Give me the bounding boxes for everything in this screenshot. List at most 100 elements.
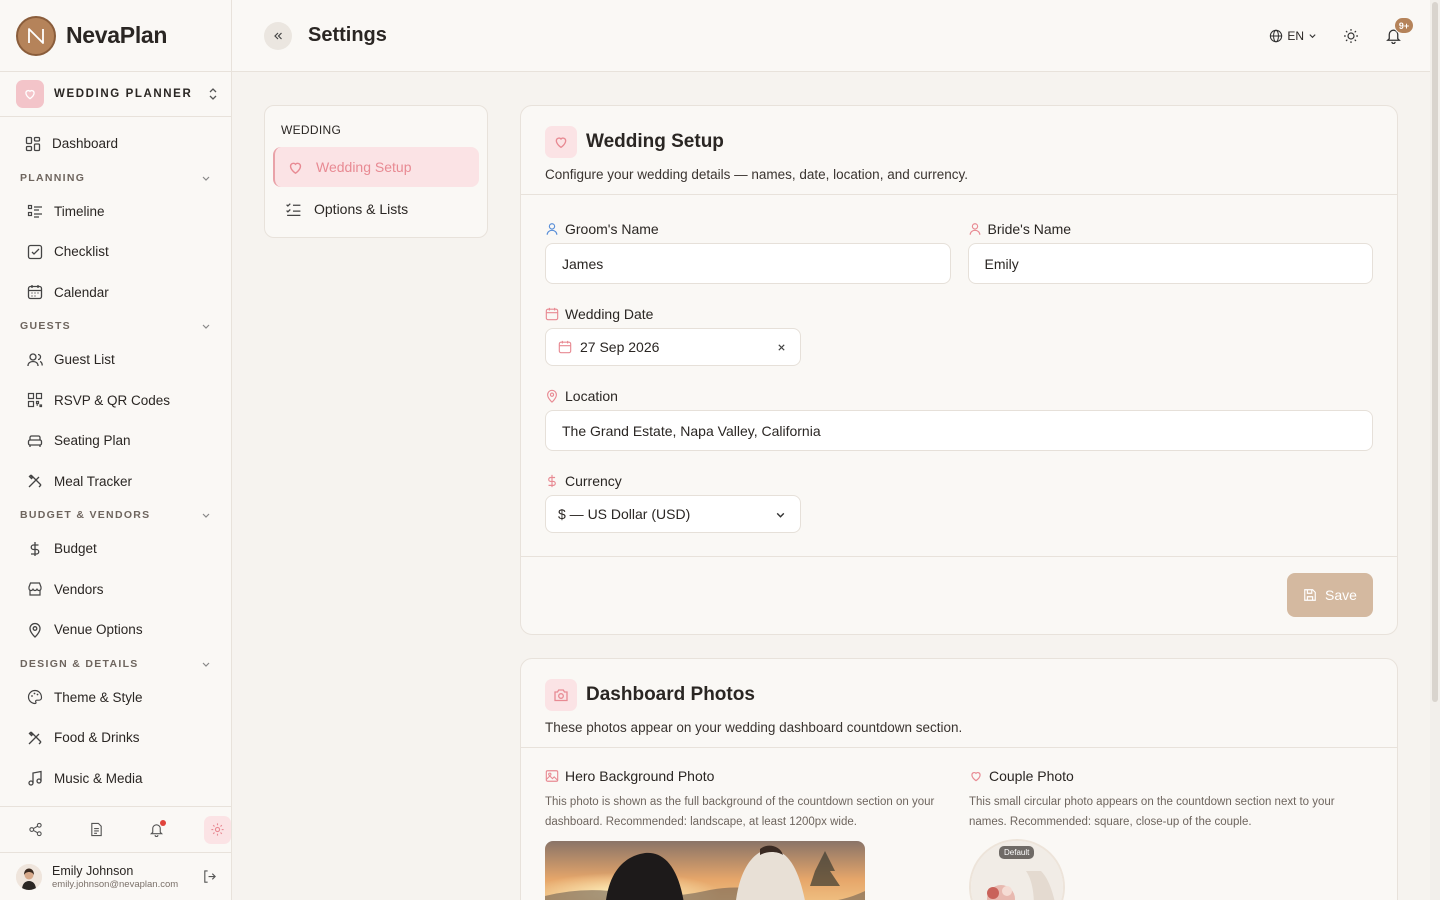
brand[interactable]: NevaPlan xyxy=(0,0,231,72)
sidebar-item-guest-list[interactable]: Guest List xyxy=(0,340,231,381)
avatar xyxy=(16,863,42,890)
users-icon xyxy=(26,351,44,369)
utensils-icon xyxy=(26,472,44,490)
section-guests[interactable]: GUESTS xyxy=(0,313,231,340)
user-name: Emily Johnson xyxy=(52,863,134,878)
grid-icon xyxy=(24,135,42,153)
sidebar-item-rsvp[interactable]: RSVP & QR Codes xyxy=(0,380,231,421)
sidebar-item-label: Meal Tracker xyxy=(54,473,133,489)
location-input[interactable]: The Grand Estate, Napa Valley, Californi… xyxy=(545,410,1373,451)
tab-label: Wedding Setup xyxy=(316,159,412,175)
input-value: James xyxy=(562,255,604,272)
calendar-icon xyxy=(558,340,572,354)
sidebar-item-venue-options[interactable]: Venue Options xyxy=(0,610,231,651)
heart-icon xyxy=(287,159,304,176)
hero-photo-preview[interactable] xyxy=(545,841,865,900)
section-title: PLANNING xyxy=(20,171,86,184)
groom-name-label: Groom's Name xyxy=(545,221,951,237)
card-description: Configure your wedding details — names, … xyxy=(545,167,968,182)
sidebar: NevaPlan WEDDING PLANNER Dashboard PLANN… xyxy=(0,0,232,900)
sidebar-item-label: Music & Media xyxy=(54,770,143,786)
card-title: Dashboard Photos xyxy=(586,684,755,705)
list-checks-icon xyxy=(285,201,302,218)
image-icon xyxy=(545,769,559,783)
logout-icon[interactable] xyxy=(202,869,217,884)
sidebar-item-label: Budget xyxy=(54,541,97,557)
groom-name-input[interactable]: James xyxy=(545,243,951,284)
heart-icon xyxy=(969,769,983,783)
sidebar-item-calendar[interactable]: Calendar xyxy=(0,272,231,313)
card-title: Wedding Setup xyxy=(586,131,724,152)
sun-icon xyxy=(1344,28,1358,43)
sidebar-nav: Dashboard PLANNING Timeline Checklist Ca… xyxy=(0,117,231,799)
page-title: Settings xyxy=(308,24,387,46)
section-budget-vendors[interactable]: BUDGET & VENDORS xyxy=(0,502,231,529)
label-text: Location xyxy=(565,388,618,404)
sidebar-item-dashboard[interactable]: Dashboard xyxy=(0,123,231,164)
label-text: Couple Photo xyxy=(989,768,1074,784)
heart-icon xyxy=(545,126,577,158)
card-footer: Save xyxy=(521,556,1397,634)
section-planning[interactable]: PLANNING xyxy=(0,164,231,191)
collapse-sidebar-button[interactable] xyxy=(264,21,292,50)
sidebar-item-label: Theme & Style xyxy=(54,689,143,705)
tab-options-lists[interactable]: Options & Lists xyxy=(273,189,479,229)
chevron-down-icon xyxy=(201,321,211,331)
couple-photo-preview[interactable]: Default xyxy=(969,839,1065,900)
language-selector[interactable]: EN xyxy=(1269,29,1317,43)
calendar-icon xyxy=(545,307,559,321)
tab-wedding-setup[interactable]: Wedding Setup xyxy=(273,147,479,187)
user-profile[interactable]: Emily Johnson emily.johnson@nevaplan.com xyxy=(0,852,231,900)
sidebar-item-label: Venue Options xyxy=(54,622,143,638)
dollar-icon xyxy=(26,540,44,558)
sidebar-item-label: Checklist xyxy=(54,244,109,260)
document-icon xyxy=(91,822,102,837)
save-button[interactable]: Save xyxy=(1287,573,1373,617)
theme-toggle-button[interactable] xyxy=(1343,28,1359,44)
camera-icon xyxy=(545,679,577,711)
sidebar-item-budget[interactable]: Budget xyxy=(0,529,231,570)
section-title: BUDGET & VENDORS xyxy=(20,509,151,521)
scrollbar-thumb[interactable] xyxy=(1432,2,1438,702)
sidebar-item-music-media[interactable]: Music & Media xyxy=(0,758,231,799)
couple-photo-section: Couple Photo This small circular photo a… xyxy=(969,768,1373,900)
document-button[interactable] xyxy=(83,816,111,844)
music-icon xyxy=(26,769,44,787)
checklist-icon xyxy=(26,243,44,261)
settings-button[interactable] xyxy=(203,815,231,844)
sidebar-item-food-drinks[interactable]: Food & Drinks xyxy=(0,718,231,759)
currency-select[interactable]: $ — US Dollar (USD) xyxy=(545,495,801,533)
sidebar-item-checklist[interactable]: Checklist xyxy=(0,232,231,273)
bride-name-label: Bride's Name xyxy=(968,221,1374,237)
save-label: Save xyxy=(1325,587,1357,603)
qr-code-icon xyxy=(26,391,44,409)
sidebar-item-label: Timeline xyxy=(54,203,105,219)
bride-name-input[interactable]: Emily xyxy=(967,243,1373,284)
store-icon xyxy=(26,580,44,598)
section-design-details[interactable]: DESIGN & DETAILS xyxy=(0,650,231,677)
clear-date-icon[interactable] xyxy=(777,343,786,352)
sidebar-item-vendors[interactable]: Vendors xyxy=(0,569,231,610)
notifications-bell[interactable]: 9+ xyxy=(1385,17,1414,44)
sidebar-item-meal-tracker[interactable]: Meal Tracker xyxy=(0,461,231,502)
workspace-switcher[interactable]: WEDDING PLANNER xyxy=(0,72,231,117)
notification-badge: 9+ xyxy=(1394,17,1414,34)
wedding-date-picker[interactable]: 27 Sep 2026 xyxy=(545,328,801,366)
heart-icon xyxy=(16,80,44,108)
sidebar-item-timeline[interactable]: Timeline xyxy=(0,191,231,232)
chevron-down-icon xyxy=(1309,34,1316,39)
tab-label: Options & Lists xyxy=(314,201,409,217)
scrollbar[interactable] xyxy=(1430,0,1440,900)
globe-icon xyxy=(1270,29,1283,42)
location-label: Location xyxy=(545,388,1373,404)
share-button[interactable] xyxy=(22,816,50,844)
notifications-button[interactable] xyxy=(143,816,171,844)
share-icon xyxy=(29,822,42,837)
sidebar-item-seating-plan[interactable]: Seating Plan xyxy=(0,421,231,462)
user-icon xyxy=(545,222,559,236)
sidebar-item-theme-style[interactable]: Theme & Style xyxy=(0,677,231,718)
label-text: Bride's Name xyxy=(987,221,1072,237)
workspace-label: WEDDING PLANNER xyxy=(54,88,193,100)
utensils-icon xyxy=(26,729,44,747)
label-text: Groom's Name xyxy=(565,221,659,237)
